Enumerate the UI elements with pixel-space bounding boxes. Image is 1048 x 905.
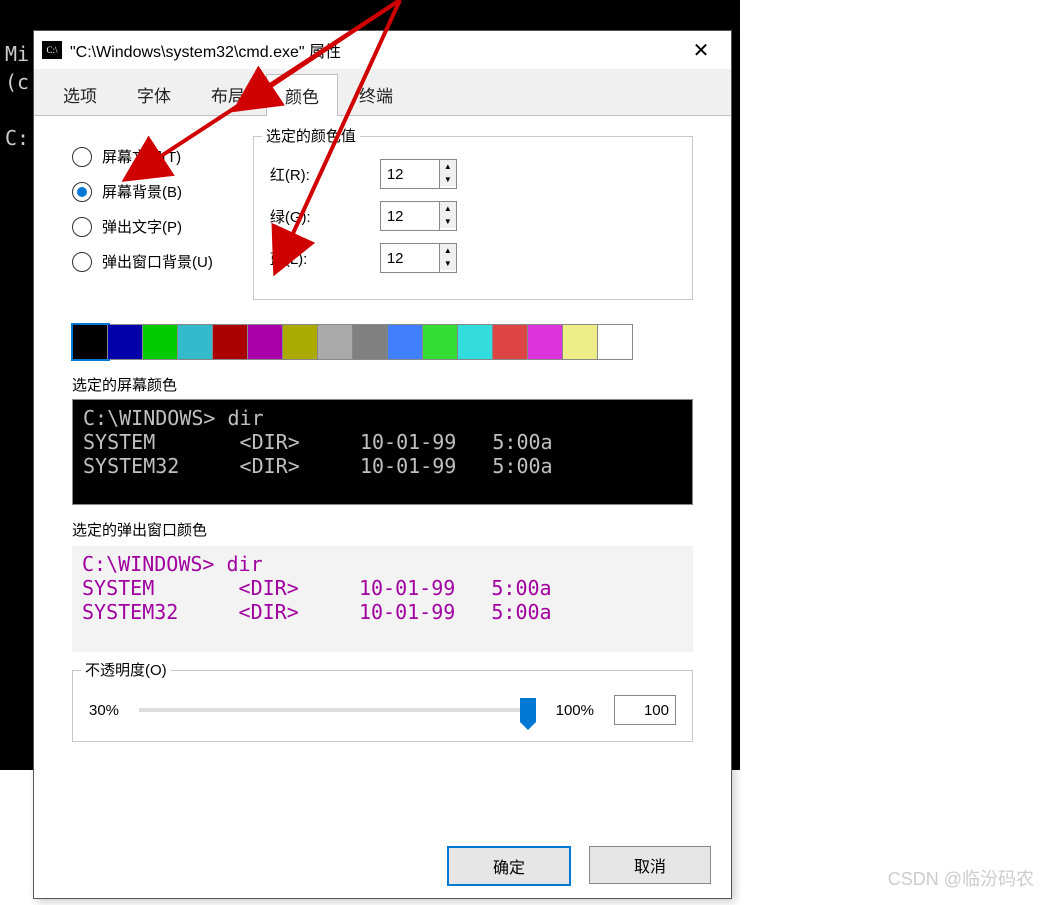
color-swatch[interactable]	[283, 325, 318, 359]
rgb-fieldset: 选定的颜色值 红(R):▲▼ 绿(G):▲▼ 蓝(L):▲▼	[253, 136, 693, 300]
preview-screen-label: 选定的屏幕颜色	[72, 374, 693, 395]
screen-color-preview: C:\WINDOWS> dir SYSTEM <DIR> 10-01-99 5:…	[72, 399, 693, 505]
color-palette	[72, 324, 633, 360]
radio-popup-bg[interactable]: 弹出窗口背景(U)	[72, 251, 213, 272]
opacity-slider[interactable]	[139, 708, 536, 712]
radio-screen-text[interactable]: 屏幕文字(T)	[72, 146, 213, 167]
cmd-icon: C:\	[42, 41, 62, 59]
radio-label: 弹出窗口背景(U)	[102, 251, 213, 272]
tabs: 选项 字体 布局 颜色 终端	[34, 69, 731, 116]
color-swatch[interactable]	[213, 325, 248, 359]
color-swatch[interactable]	[388, 325, 423, 359]
popup-color-preview: C:\WINDOWS> dir SYSTEM <DIR> 10-01-99 5:…	[72, 546, 693, 652]
color-swatch[interactable]	[493, 325, 528, 359]
radio-screen-bg[interactable]: 屏幕背景(B)	[72, 181, 213, 202]
red-input[interactable]	[380, 159, 440, 189]
radio-label: 屏幕背景(B)	[102, 181, 182, 202]
radio-label: 屏幕文字(T)	[102, 146, 181, 167]
red-label: 红(R):	[270, 164, 350, 185]
close-button[interactable]: ✕	[671, 38, 731, 63]
slider-thumb-icon[interactable]	[520, 698, 536, 722]
tab-layout[interactable]: 布局	[192, 73, 264, 115]
tab-color[interactable]: 颜色	[266, 74, 338, 116]
dialog-title: "C:\Windows\system32\cmd.exe" 属性	[70, 38, 341, 62]
color-swatch[interactable]	[318, 325, 353, 359]
watermark: CSDN @临汾码农	[888, 865, 1034, 891]
radio-popup-text[interactable]: 弹出文字(P)	[72, 216, 213, 237]
opacity-group: 不透明度(O) 30% 100%	[72, 670, 693, 742]
blue-down-icon[interactable]: ▼	[440, 257, 456, 270]
opacity-value-input[interactable]	[614, 695, 676, 725]
red-down-icon[interactable]: ▼	[440, 173, 456, 186]
green-down-icon[interactable]: ▼	[440, 215, 456, 228]
blue-up-icon[interactable]: ▲	[440, 244, 456, 257]
cancel-button[interactable]: 取消	[589, 846, 711, 884]
preview-popup-label: 选定的弹出窗口颜色	[72, 519, 693, 540]
color-swatch[interactable]	[143, 325, 178, 359]
color-swatch[interactable]	[73, 325, 108, 359]
opacity-label: 不透明度(O)	[81, 659, 171, 680]
color-swatch[interactable]	[563, 325, 598, 359]
ok-button[interactable]: 确定	[447, 846, 571, 886]
tab-font[interactable]: 字体	[118, 73, 190, 115]
blue-input[interactable]	[380, 243, 440, 273]
tab-terminal[interactable]: 终端	[340, 73, 412, 115]
color-swatch[interactable]	[423, 325, 458, 359]
green-up-icon[interactable]: ▲	[440, 202, 456, 215]
green-label: 绿(G):	[270, 206, 350, 227]
blue-label: 蓝(L):	[270, 248, 350, 269]
color-swatch[interactable]	[458, 325, 493, 359]
rgb-legend: 选定的颜色值	[262, 125, 360, 146]
color-swatch[interactable]	[528, 325, 563, 359]
color-swatch[interactable]	[178, 325, 213, 359]
color-swatch[interactable]	[353, 325, 388, 359]
properties-dialog: C:\ "C:\Windows\system32\cmd.exe" 属性 ✕ 选…	[33, 30, 732, 899]
tab-options[interactable]: 选项	[44, 73, 116, 115]
green-input[interactable]	[380, 201, 440, 231]
color-swatch[interactable]	[598, 325, 632, 359]
radio-label: 弹出文字(P)	[102, 216, 182, 237]
opacity-min: 30%	[89, 702, 119, 719]
color-swatch[interactable]	[248, 325, 283, 359]
opacity-max: 100%	[556, 702, 594, 719]
red-up-icon[interactable]: ▲	[440, 160, 456, 173]
color-swatch[interactable]	[108, 325, 143, 359]
cmd-output-text: Mi (c C:	[5, 40, 29, 152]
